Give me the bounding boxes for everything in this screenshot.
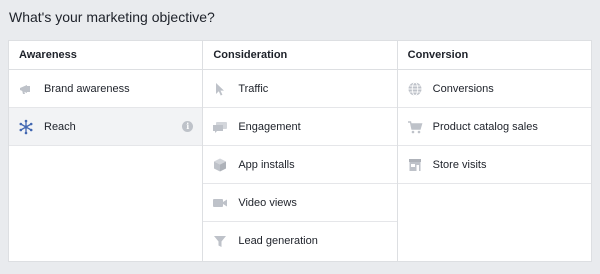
objective-label: Engagement [238, 120, 301, 133]
objective-label: Product catalog sales [432, 120, 538, 133]
cube-icon [212, 157, 228, 173]
objective-label: Store visits [432, 158, 487, 171]
shopping-cart-icon [407, 119, 423, 135]
column-header-consideration: Consideration [203, 41, 397, 70]
column-header-conversion: Conversion [397, 41, 591, 70]
globe-icon [407, 81, 423, 97]
objective-label: Brand awareness [44, 82, 130, 95]
reach-icon [18, 119, 34, 135]
storefront-icon [407, 157, 423, 173]
objective-label: Conversions [432, 82, 494, 95]
column-awareness: Awareness Brand awareness Reach i [9, 41, 204, 261]
objective-conversions[interactable]: Conversions [397, 70, 591, 108]
megaphone-icon [18, 81, 34, 97]
column-header-awareness: Awareness [9, 41, 203, 70]
objective-video-views[interactable]: Video views [203, 184, 397, 222]
objective-label: Traffic [238, 82, 269, 95]
objective-label: Lead generation [238, 235, 318, 247]
objective-traffic[interactable]: Traffic [203, 70, 397, 108]
objective-table: Awareness Brand awareness Reach i Consid… [8, 40, 592, 262]
page-title: What's your marketing objective? [9, 9, 215, 25]
cursor-icon [212, 81, 228, 97]
objective-engagement[interactable]: Engagement [203, 108, 397, 146]
info-icon[interactable]: i [182, 121, 194, 132]
objective-lead-generation[interactable]: Lead generation [203, 222, 396, 260]
column-consideration: Consideration Traffic Engagement App ins… [203, 41, 398, 261]
objective-label: Reach [44, 120, 76, 133]
funnel-icon [212, 233, 228, 249]
video-camera-icon [212, 195, 228, 211]
objective-label: App installs [238, 158, 295, 171]
speech-bubbles-icon [212, 119, 228, 135]
objective-product-catalog-sales[interactable]: Product catalog sales [397, 108, 591, 146]
objective-brand-awareness[interactable]: Brand awareness [9, 70, 203, 108]
objective-app-installs[interactable]: App installs [203, 146, 397, 184]
objective-reach[interactable]: Reach i [9, 108, 203, 146]
column-conversion: Conversion Conversions Product catalog s… [397, 41, 591, 261]
objective-label: Video views [238, 196, 297, 209]
objective-store-visits[interactable]: Store visits [397, 146, 591, 184]
